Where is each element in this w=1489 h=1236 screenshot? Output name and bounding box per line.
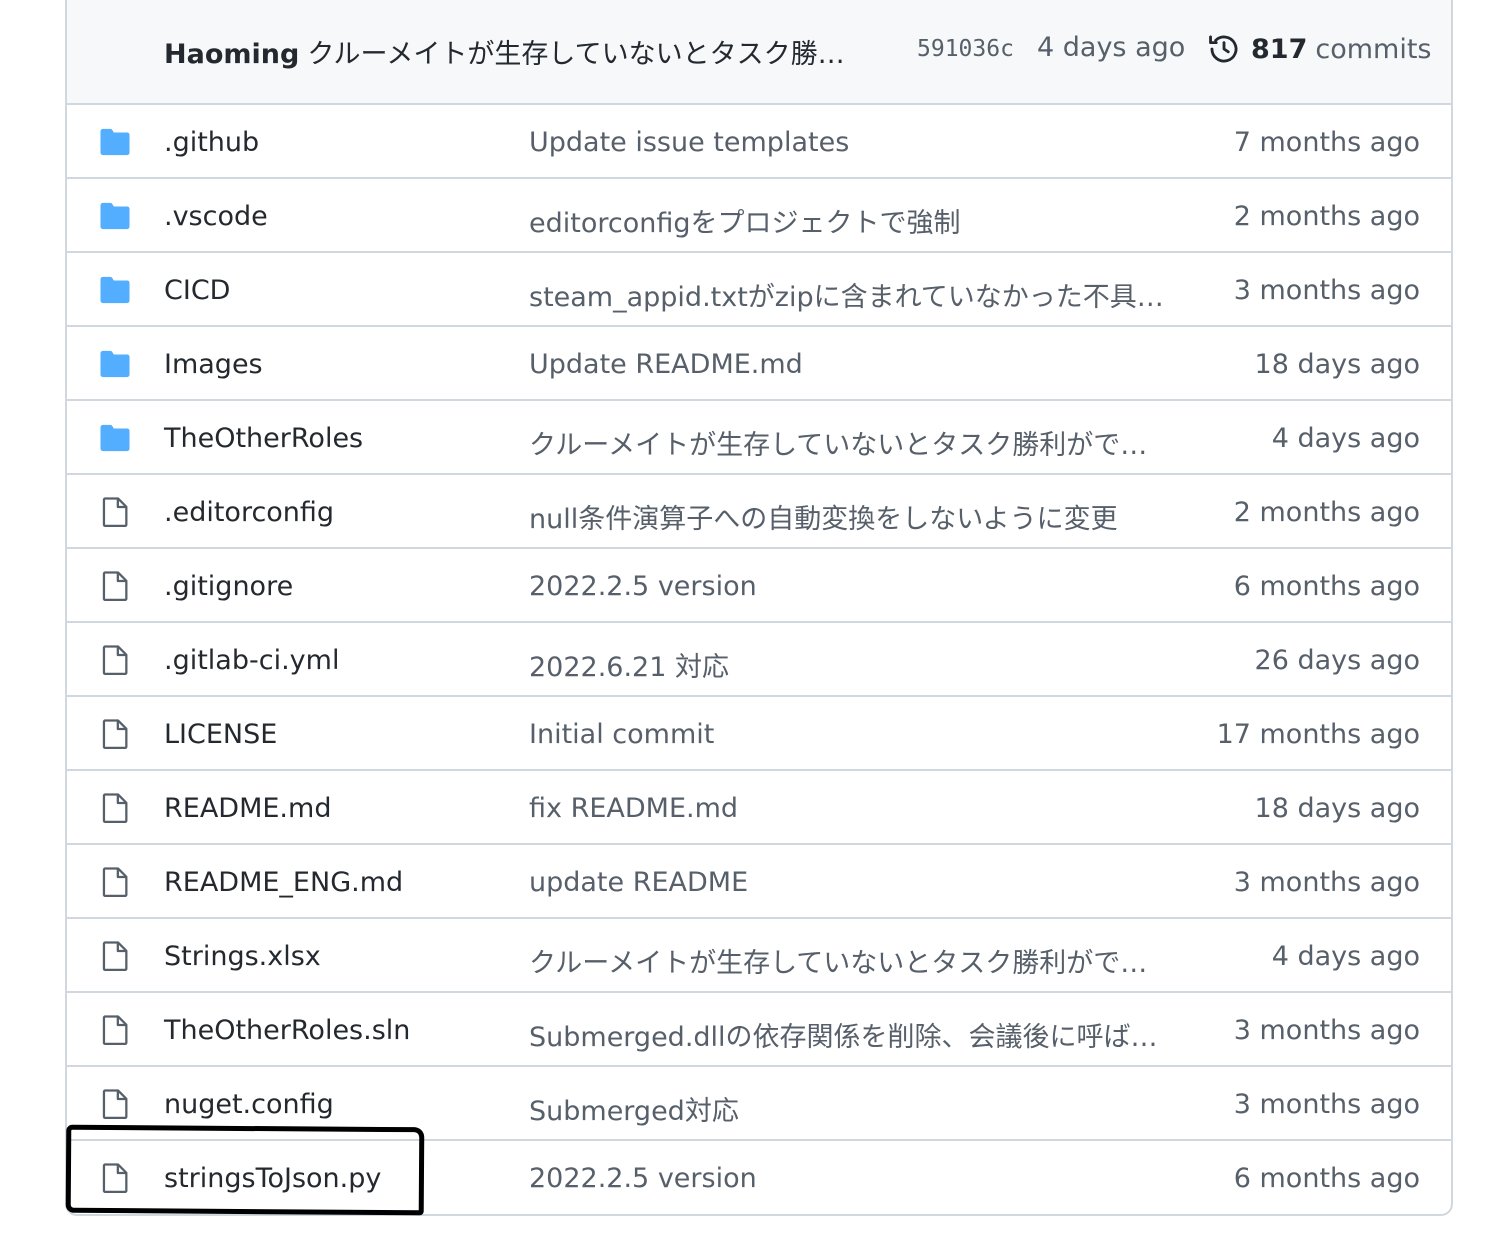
- folder-icon: [98, 199, 132, 233]
- file-row-9[interactable]: README.md fix README.md 18 days ago: [67, 771, 1451, 845]
- file-age: 3 months ago: [1233, 1089, 1420, 1120]
- file-commit-message[interactable]: fix README.md: [529, 793, 738, 824]
- file-age: 2 months ago: [1233, 497, 1420, 528]
- file-name[interactable]: .editorconfig: [164, 497, 334, 528]
- commit-count-label: commits: [1315, 33, 1432, 65]
- file-row-5[interactable]: .editorconfig null条件演算子への自動変換をしないように変更 2…: [67, 475, 1451, 549]
- file-name[interactable]: TheOtherRoles.sln: [164, 1015, 410, 1046]
- file-age: 18 days ago: [1254, 793, 1420, 824]
- file-row-2[interactable]: CICD steam_appid.txtがzipに含まれていなかった不具… 3 …: [67, 253, 1451, 327]
- file-age: 3 months ago: [1233, 1015, 1420, 1046]
- file-row-12[interactable]: TheOtherRoles.sln Submerged.dllの依存関係を削除、…: [67, 993, 1451, 1067]
- file-row-6[interactable]: .gitignore 2022.2.5 version 6 months ago: [67, 549, 1451, 623]
- file-icon: [98, 717, 132, 751]
- file-row-0[interactable]: .github Update issue templates 7 months …: [67, 105, 1451, 179]
- file-row-1[interactable]: .vscode editorconfigをプロジェクトで強制 2 months …: [67, 179, 1451, 253]
- file-icon: [98, 1087, 132, 1121]
- file-age: 3 months ago: [1233, 867, 1420, 898]
- file-name[interactable]: Images: [164, 349, 263, 380]
- file-name[interactable]: TheOtherRoles: [164, 423, 363, 454]
- file-name[interactable]: CICD: [164, 275, 230, 306]
- commit-time: 4 days ago: [1037, 32, 1186, 63]
- commit-author[interactable]: Haoming: [164, 39, 299, 70]
- file-name[interactable]: README_ENG.md: [164, 867, 403, 898]
- file-name[interactable]: Strings.xlsx: [164, 941, 321, 972]
- hand-drawn-highlight-box: [65, 1124, 425, 1216]
- file-row-3[interactable]: Images Update README.md 18 days ago: [67, 327, 1451, 401]
- file-row-11[interactable]: Strings.xlsx クルーメイトが生存していないとタスク勝利がで… 4 d…: [67, 919, 1451, 993]
- file-name[interactable]: .vscode: [164, 201, 268, 232]
- file-list: .github Update issue templates 7 months …: [67, 105, 1451, 1214]
- file-name[interactable]: LICENSE: [164, 719, 277, 750]
- folder-icon: [98, 347, 132, 381]
- file-icon: [98, 791, 132, 825]
- folder-icon: [98, 421, 132, 455]
- file-row-4[interactable]: TheOtherRoles クルーメイトが生存していないとタスク勝利がで… 4 …: [67, 401, 1451, 475]
- commit-message-text[interactable]: クルーメイトが生存していないとタスク勝…: [307, 39, 844, 70]
- file-icon: [98, 569, 132, 603]
- folder-icon: [98, 273, 132, 307]
- history-icon: [1209, 35, 1238, 63]
- file-name[interactable]: .github: [164, 127, 259, 158]
- file-browser: Haoming クルーメイトが生存していないとタスク勝… 591036c 4 da…: [65, 0, 1453, 1216]
- file-commit-message[interactable]: Update issue templates: [529, 127, 849, 158]
- commit-count: 817: [1251, 33, 1308, 65]
- file-commit-message[interactable]: editorconfigをプロジェクトで強制: [529, 201, 961, 240]
- file-commit-message[interactable]: クルーメイトが生存していないとタスク勝利がで…: [529, 423, 1147, 462]
- file-age: 7 months ago: [1233, 127, 1420, 158]
- file-commit-message[interactable]: 2022.6.21 対応: [529, 645, 729, 684]
- file-name[interactable]: .gitlab-ci.yml: [164, 645, 339, 676]
- file-age: 2 months ago: [1233, 201, 1420, 232]
- file-icon: [98, 939, 132, 973]
- file-commit-message[interactable]: 2022.2.5 version: [529, 1163, 757, 1194]
- commit-sha[interactable]: 591036c: [917, 36, 1014, 62]
- file-age: 6 months ago: [1233, 571, 1420, 602]
- file-row-8[interactable]: LICENSE Initial commit 17 months ago: [67, 697, 1451, 771]
- file-age: 26 days ago: [1254, 645, 1420, 676]
- file-age: 3 months ago: [1233, 275, 1420, 306]
- file-commit-message[interactable]: update README: [529, 867, 748, 898]
- file-icon: [98, 495, 132, 529]
- file-row-7[interactable]: .gitlab-ci.yml 2022.6.21 対応 26 days ago: [67, 623, 1451, 697]
- file-row-10[interactable]: README_ENG.md update README 3 months ago: [67, 845, 1451, 919]
- file-commit-message[interactable]: Initial commit: [529, 719, 714, 750]
- file-icon: [98, 865, 132, 899]
- latest-commit-message[interactable]: Haoming クルーメイトが生存していないとタスク勝…: [164, 32, 864, 71]
- file-commit-message[interactable]: steam_appid.txtがzipに含まれていなかった不具…: [529, 275, 1164, 314]
- file-name[interactable]: nuget.config: [164, 1089, 334, 1120]
- latest-commit-bar: Haoming クルーメイトが生存していないとタスク勝… 591036c 4 da…: [67, 0, 1451, 105]
- file-commit-message[interactable]: Submerged.dllの依存関係を削除、会議後に呼ば…: [529, 1015, 1158, 1054]
- file-commit-message[interactable]: Update README.md: [529, 349, 803, 380]
- folder-icon: [98, 125, 132, 159]
- file-age: 17 months ago: [1216, 719, 1420, 750]
- file-age: 18 days ago: [1254, 349, 1420, 380]
- file-name[interactable]: .gitignore: [164, 571, 293, 602]
- file-commit-message[interactable]: 2022.2.5 version: [529, 571, 757, 602]
- file-age: 4 days ago: [1271, 941, 1420, 972]
- file-age: 6 months ago: [1233, 1163, 1420, 1194]
- file-name[interactable]: README.md: [164, 793, 331, 824]
- file-icon: [98, 643, 132, 677]
- file-commit-message[interactable]: クルーメイトが生存していないとタスク勝利がで…: [529, 941, 1147, 980]
- commit-history-link[interactable]: 817 commits: [1207, 32, 1432, 66]
- file-age: 4 days ago: [1271, 423, 1420, 454]
- file-commit-message[interactable]: null条件演算子への自動変換をしないように変更: [529, 497, 1118, 536]
- file-commit-message[interactable]: Submerged対応: [529, 1089, 739, 1128]
- file-icon: [98, 1013, 132, 1047]
